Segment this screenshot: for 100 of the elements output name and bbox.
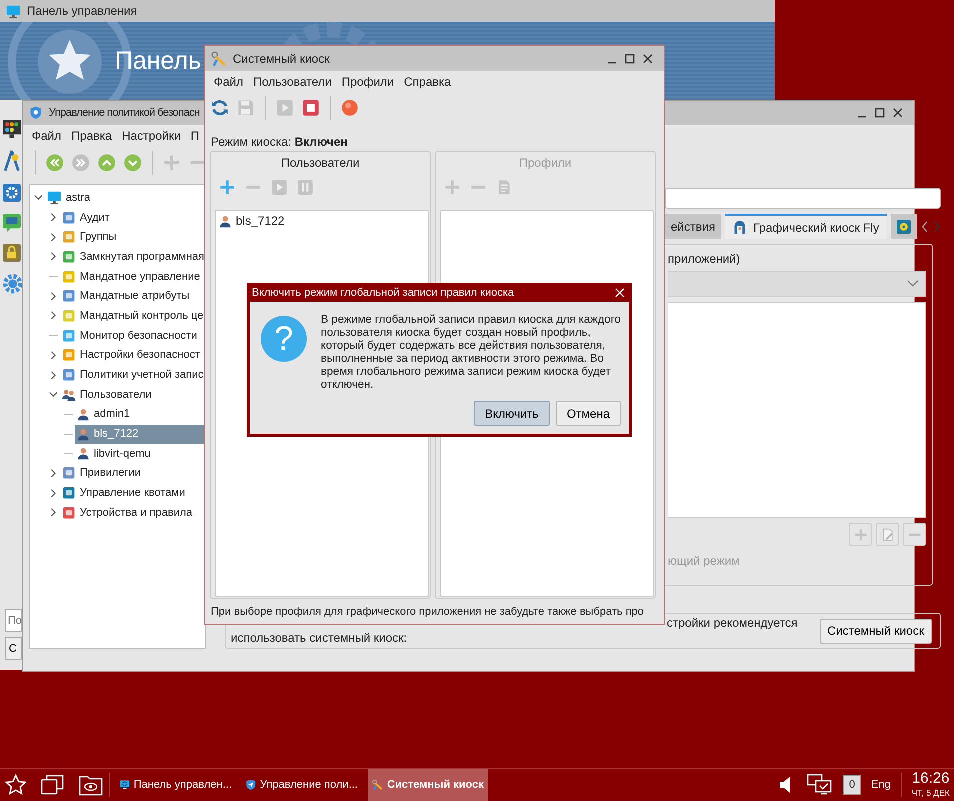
menu-item[interactable]: Файл xyxy=(209,73,249,91)
panel-title: Профили xyxy=(518,155,573,172)
chevron-right-icon[interactable] xyxy=(49,488,58,498)
gear-icon[interactable] xyxy=(3,184,21,202)
tree-item[interactable]: Политики учетной запис xyxy=(60,366,206,385)
chevron-right-icon[interactable] xyxy=(49,370,58,380)
user-icon xyxy=(77,408,90,421)
tree-item[interactable]: Настройки безопасност xyxy=(60,346,205,365)
close-icon[interactable] xyxy=(892,107,904,119)
hint-text: использовать системный киоск: xyxy=(231,631,408,646)
text-field[interactable] xyxy=(665,188,942,209)
apps-icon[interactable] xyxy=(3,120,21,138)
tile-icon xyxy=(62,270,76,284)
button[interactable]: С xyxy=(5,637,22,660)
question-icon: ? xyxy=(261,316,307,362)
keyboard-layout[interactable]: Eng xyxy=(871,779,891,791)
tree-item[interactable]: astra xyxy=(45,188,205,208)
window-title: Панель управления xyxy=(27,4,138,18)
menu-item[interactable]: Пользователи xyxy=(248,73,337,91)
chevron-right-icon[interactable] xyxy=(49,468,58,478)
list-item[interactable]: bls_7122 xyxy=(216,211,428,231)
chat-icon[interactable] xyxy=(3,214,21,232)
enable-button[interactable]: Включить xyxy=(474,401,550,426)
tree-item[interactable]: Группы xyxy=(60,228,205,247)
menu-item[interactable]: Профили xyxy=(336,73,400,91)
tree-item[interactable]: Пользователи xyxy=(60,385,205,404)
kiosk-mode-status: Режим киоска: Включен xyxy=(210,134,349,151)
chevron-right-icon[interactable] xyxy=(49,292,58,301)
tile-icon xyxy=(62,250,76,264)
hint-text: стройки рекомендуется xyxy=(666,616,799,631)
menu-item[interactable]: Настройки xyxy=(117,127,186,145)
dialog-title: Включить режим глобальной записи правил киоска xyxy=(252,286,514,298)
folder-eye-icon[interactable] xyxy=(79,774,103,796)
tree-item[interactable]: Мандатное управление xyxy=(60,267,205,286)
tab[interactable]: Графический киоск Fly xyxy=(725,214,888,239)
menu-item[interactable]: П xyxy=(186,127,205,145)
tile-icon xyxy=(62,210,76,225)
chevron-right-icon[interactable] xyxy=(49,252,58,262)
clock-date[interactable]: ЧТ, 5 ДЕК xyxy=(912,786,950,800)
tree-item[interactable]: Устройства и правила xyxy=(60,503,205,522)
banner-title: Панель xyxy=(115,46,202,76)
disc-icon xyxy=(897,220,912,234)
stop-icon[interactable] xyxy=(302,99,320,117)
close-icon[interactable] xyxy=(642,52,654,64)
tree-item[interactable]: Мандатные атрибуты xyxy=(60,286,205,306)
record-icon[interactable] xyxy=(341,99,359,117)
network-icon[interactable] xyxy=(807,774,834,796)
user-icon xyxy=(77,447,90,460)
chevron-right-icon[interactable] xyxy=(49,311,58,320)
windows-icon[interactable] xyxy=(41,774,65,796)
tree-item[interactable]: Замкнутая программная xyxy=(60,247,206,266)
chevron-left-icon[interactable] xyxy=(921,220,930,232)
option-label: ющий режим xyxy=(668,554,741,568)
user-icon xyxy=(77,428,90,441)
lock-icon[interactable] xyxy=(3,244,21,262)
compass-icon[interactable] xyxy=(3,150,21,172)
chevron-down-icon[interactable] xyxy=(34,193,43,202)
window-title: Управление политикой безопасн xyxy=(49,107,200,119)
gear-icon[interactable] xyxy=(3,274,23,294)
tile-icon xyxy=(62,328,76,343)
taskbar-item[interactable]: Системный киоск xyxy=(368,769,488,801)
tab[interactable]: ействия xyxy=(665,214,722,239)
chevron-down-icon[interactable] xyxy=(49,390,58,400)
chevron-right-icon[interactable] xyxy=(49,350,58,360)
plus-icon xyxy=(854,528,868,542)
maximize-icon[interactable] xyxy=(624,52,636,64)
tab[interactable] xyxy=(891,214,918,239)
tree-item[interactable]: Привилегии xyxy=(60,464,205,483)
chevron-right-icon[interactable] xyxy=(49,508,58,518)
edit-icon xyxy=(880,528,895,542)
menu-item[interactable]: Справка xyxy=(399,73,456,91)
hint-text: При выборе профиля для графического приложения не забудьте также выбрать про xyxy=(211,606,644,618)
menu-item[interactable]: Правка xyxy=(66,127,118,145)
maximize-icon[interactable] xyxy=(874,107,886,119)
tile-icon xyxy=(62,486,76,500)
notification-counter[interactable]: 0 xyxy=(843,775,862,795)
shield-icon xyxy=(29,106,43,120)
taskbar-item[interactable]: Управление поли... xyxy=(242,769,362,801)
kiosk-icon xyxy=(733,220,748,234)
user-icon xyxy=(219,214,232,228)
monitor-icon xyxy=(47,190,62,206)
tree-item[interactable]: Управление квотами xyxy=(60,484,205,503)
star-icon[interactable] xyxy=(5,774,27,796)
clock-time[interactable]: 16:26 xyxy=(912,770,950,786)
chevron-right-icon[interactable] xyxy=(49,213,58,222)
dialog-message: В режиме глобальной записи правил киоска для каждого пользователя киоска будет создан новый профиль, который будет содержать все действия пользователя, выполненные за период активности этого режима. Во время глобального режима записи режим киоска будет отключен. xyxy=(321,314,621,392)
monitor-icon xyxy=(6,4,21,18)
tree-item[interactable]: libvirt-qemu xyxy=(75,444,205,464)
taskbar-item[interactable]: Панель управлен... xyxy=(116,769,236,801)
tree-item[interactable]: Аудит xyxy=(60,208,205,228)
refresh-icon[interactable] xyxy=(211,99,229,117)
tile-icon xyxy=(62,466,76,480)
tree-item[interactable]: Монитор безопасности xyxy=(60,326,205,346)
system-kiosk-button[interactable]: Системный киоск xyxy=(820,618,932,644)
tree-item[interactable]: admin1 xyxy=(75,404,205,424)
menu-item[interactable]: Файл xyxy=(27,127,67,145)
tree-item[interactable]: Мандатный контроль це xyxy=(60,306,206,326)
chevron-right-icon[interactable] xyxy=(49,232,58,242)
cancel-button[interactable]: Отмена xyxy=(556,401,621,426)
group-title: приложений) xyxy=(668,251,742,267)
